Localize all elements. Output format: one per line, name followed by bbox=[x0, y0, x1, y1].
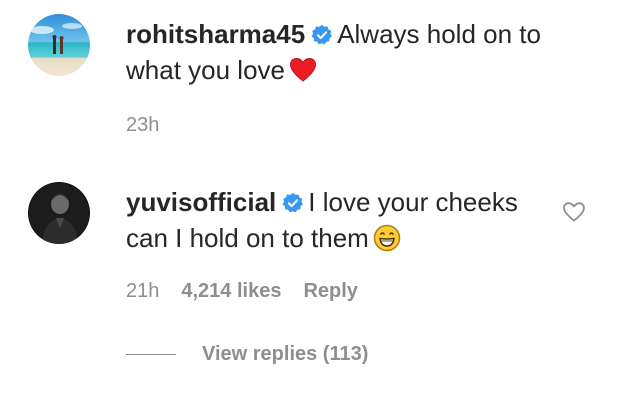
view-replies-button[interactable]: View replies (113) bbox=[202, 343, 368, 365]
verified-badge-icon bbox=[282, 192, 304, 213]
replies-divider bbox=[126, 354, 176, 355]
comment-text-line2: can I hold on to them bbox=[126, 223, 369, 253]
red-heart-icon bbox=[289, 57, 316, 82]
username-link[interactable]: yuvisofficial bbox=[126, 187, 276, 217]
beach-photo-icon bbox=[28, 14, 90, 76]
comment-meta: 23h bbox=[126, 114, 159, 137]
comment-text-line2: what you love bbox=[126, 55, 285, 85]
grinning-face-icon bbox=[373, 224, 401, 252]
likes-count[interactable]: 4,214 likes bbox=[181, 280, 281, 302]
comment-meta: 21h 4,214 likes Reply bbox=[126, 280, 358, 303]
comment-text: rohitsharma45 Always hold on to what you … bbox=[126, 16, 566, 88]
username-link[interactable]: rohitsharma45 bbox=[126, 19, 305, 49]
reply-button[interactable]: Reply bbox=[303, 280, 357, 302]
comment-time: 21h bbox=[126, 280, 160, 302]
avatar[interactable] bbox=[28, 14, 90, 76]
heart-like-icon[interactable] bbox=[562, 200, 586, 224]
comment-text-line1: I love your cheeks bbox=[308, 187, 518, 217]
verified-badge-icon bbox=[311, 24, 333, 45]
comment-text-line1: Always hold on to bbox=[337, 19, 541, 49]
comment-text: yuvisofficial I love your cheeks can I ho… bbox=[126, 184, 566, 256]
comment-time: 23h bbox=[126, 114, 160, 136]
profile-photo-icon bbox=[28, 182, 90, 244]
view-replies-row: View replies (113) bbox=[126, 343, 368, 369]
avatar[interactable] bbox=[28, 182, 90, 244]
